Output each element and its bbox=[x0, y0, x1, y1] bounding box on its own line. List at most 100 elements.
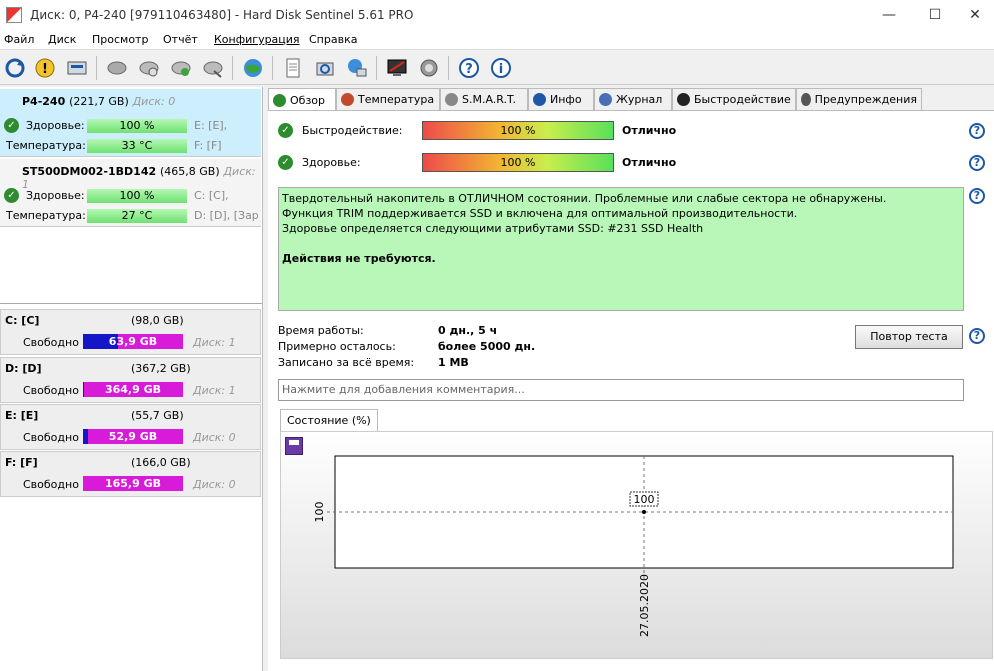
alert-icon[interactable]: ! bbox=[32, 55, 58, 81]
sync-icon[interactable] bbox=[312, 55, 338, 81]
svg-text:?: ? bbox=[465, 62, 473, 77]
free-value: 63,9 GB bbox=[108, 335, 158, 348]
disk-card-0[interactable]: P4-240 (221,7 GB) Диск: 0 ✓ Здоровье: 10… bbox=[0, 89, 261, 157]
free-space-fill bbox=[83, 429, 88, 444]
performance-label: Быстродействие: bbox=[302, 124, 403, 137]
app-icon bbox=[6, 7, 22, 23]
x-tick-label: 27.05.2020 bbox=[638, 574, 651, 637]
disk-card-1[interactable]: ST500DM002-1BD142 (465,8 GB) Диск: 1 ✓ З… bbox=[0, 159, 261, 227]
menu-help[interactable]: Справка bbox=[309, 33, 357, 46]
volume-d[interactable]: D: [D] (367,2 GB) Свободно 364,9 GB Диск… bbox=[0, 357, 261, 403]
refresh-icon[interactable] bbox=[2, 55, 28, 81]
menu-configuration[interactable]: Конфигурация bbox=[214, 33, 300, 46]
thermometer-icon bbox=[341, 93, 354, 106]
tab-label: Обзор bbox=[290, 93, 326, 107]
health-label: Здоровье: bbox=[26, 189, 85, 202]
disk-icon[interactable] bbox=[64, 55, 90, 81]
performance-bar: 100 % bbox=[422, 121, 614, 140]
close-button[interactable]: ✕ bbox=[952, 0, 994, 30]
menu-report[interactable]: Отчёт bbox=[163, 33, 198, 46]
free-space-fill bbox=[83, 382, 84, 397]
tab-warnings[interactable]: Предупреждения bbox=[796, 88, 922, 110]
menu-bar: Файл Диск Просмотр Отчёт Конфигурация Сп… bbox=[0, 30, 994, 50]
temperature-row: Температура: 27 °C D: [D], [Зар bbox=[0, 207, 261, 225]
minimize-button[interactable]: — bbox=[866, 0, 912, 30]
free-label: Свободно bbox=[23, 336, 79, 349]
toolbar: ! ? i bbox=[0, 51, 994, 85]
tab-label: Журнал bbox=[616, 93, 663, 106]
volume-name: D: [D] bbox=[5, 362, 42, 375]
disk-name: ST500DM002-1BD142 bbox=[22, 165, 157, 178]
tab-label: Предупреждения bbox=[814, 93, 917, 106]
tab-overview[interactable]: Обзор bbox=[268, 88, 336, 111]
retest-button[interactable]: Повтор теста bbox=[855, 325, 963, 349]
data-point bbox=[642, 510, 646, 514]
volume-c[interactable]: C: [C] (98,0 GB) Свободно 63,9 GB Диск: … bbox=[0, 309, 261, 355]
tab-label: Температура bbox=[358, 93, 435, 106]
document-icon[interactable] bbox=[280, 55, 306, 81]
tab-smart[interactable]: S.M.A.R.T. bbox=[440, 88, 528, 110]
performance-metric: ✓ Быстродействие: 100 % Отлично bbox=[278, 120, 978, 142]
warnings-icon bbox=[801, 93, 811, 106]
tab-temperature[interactable]: Температура bbox=[336, 88, 440, 110]
help-icon[interactable]: ? bbox=[969, 123, 985, 139]
journal-icon bbox=[599, 93, 612, 106]
tab-label: Быстродействие bbox=[694, 93, 791, 106]
volume-name: E: [E] bbox=[5, 409, 39, 422]
health-row: ✓ Здоровье: 100 % C: [C], bbox=[0, 187, 261, 205]
check-icon bbox=[273, 93, 286, 107]
health-chart: 100 100 27.05.2020 bbox=[313, 455, 954, 637]
disk-size: (221,7 GB) bbox=[69, 95, 129, 108]
temperature-label: Температура: bbox=[6, 139, 86, 152]
health-label: Здоровье: bbox=[302, 156, 361, 169]
help-icon[interactable]: ? bbox=[969, 328, 985, 344]
free-value: 52,9 GB bbox=[108, 430, 158, 443]
disk-title: P4-240 (221,7 GB) Диск: 0 bbox=[22, 95, 175, 108]
volume-disk: Диск: 1 bbox=[193, 384, 236, 397]
help-icon[interactable]: ? bbox=[969, 188, 985, 204]
tab-label: S.M.A.R.T. bbox=[462, 93, 516, 106]
hdd-ok-icon[interactable] bbox=[168, 55, 194, 81]
comment-field[interactable]: Нажмите для добавления комментария... bbox=[278, 379, 964, 401]
y-tick-label: 100 bbox=[313, 502, 326, 523]
help-icon[interactable]: ? bbox=[969, 155, 985, 171]
tab-info[interactable]: Инфо bbox=[528, 88, 594, 110]
tab-performance[interactable]: Быстродействие bbox=[672, 88, 796, 110]
temperature-bar: 33 °C bbox=[87, 139, 187, 153]
smart-icon bbox=[445, 93, 458, 106]
hdd-check-icon[interactable] bbox=[136, 55, 162, 81]
tab-state-percent[interactable]: Состояние (%) bbox=[280, 409, 378, 431]
written-row: Записано за всё время: 1 MB bbox=[278, 356, 469, 369]
written-label: Записано за всё время: bbox=[278, 356, 415, 369]
info-icon[interactable]: i bbox=[488, 55, 514, 81]
speaker-icon[interactable] bbox=[416, 55, 442, 81]
check-icon: ✓ bbox=[4, 118, 19, 133]
hdd-gray-icon[interactable] bbox=[104, 55, 130, 81]
tab-journal[interactable]: Журнал bbox=[594, 88, 672, 110]
help-icon[interactable]: ? bbox=[456, 55, 482, 81]
menu-disk[interactable]: Диск bbox=[48, 33, 76, 46]
health-chart-frame: 100 100 27.05.2020 bbox=[280, 431, 993, 659]
menu-view[interactable]: Просмотр bbox=[92, 33, 148, 46]
health-bar: 100 % bbox=[422, 153, 614, 172]
menu-file[interactable]: Файл bbox=[4, 33, 34, 46]
free-space-bar: 165,9 GB bbox=[83, 476, 183, 491]
volume-f[interactable]: F: [F] (166,0 GB) Свободно 165,9 GB Диск… bbox=[0, 451, 261, 497]
svg-text:!: ! bbox=[42, 62, 48, 77]
free-label: Свободно bbox=[23, 384, 79, 397]
free-value: 364,9 GB bbox=[104, 383, 162, 396]
remaining-label: Примерно осталось: bbox=[278, 340, 396, 353]
globe-icon[interactable] bbox=[240, 55, 266, 81]
health-metric: ✓ Здоровье: 100 % Отлично bbox=[278, 152, 978, 174]
volume-disk: Диск: 0 bbox=[193, 478, 236, 491]
monitor-icon[interactable] bbox=[384, 55, 410, 81]
volume-e[interactable]: E: [E] (55,7 GB) Свободно 52,9 GB Диск: … bbox=[0, 404, 261, 450]
network-icon[interactable] bbox=[344, 55, 370, 81]
volume-size: (367,2 GB) bbox=[131, 362, 191, 375]
status-line: Здоровье определяется следующими атрибут… bbox=[282, 222, 704, 235]
health-row: ✓ Здоровье: 100 % E: [E], bbox=[0, 117, 261, 135]
hdd-wrench-icon[interactable] bbox=[200, 55, 226, 81]
check-icon: ✓ bbox=[278, 155, 293, 170]
overview-panel: ✓ Быстродействие: 100 % Отлично ? ✓ Здор… bbox=[268, 110, 994, 671]
free-label: Свободно bbox=[23, 478, 79, 491]
